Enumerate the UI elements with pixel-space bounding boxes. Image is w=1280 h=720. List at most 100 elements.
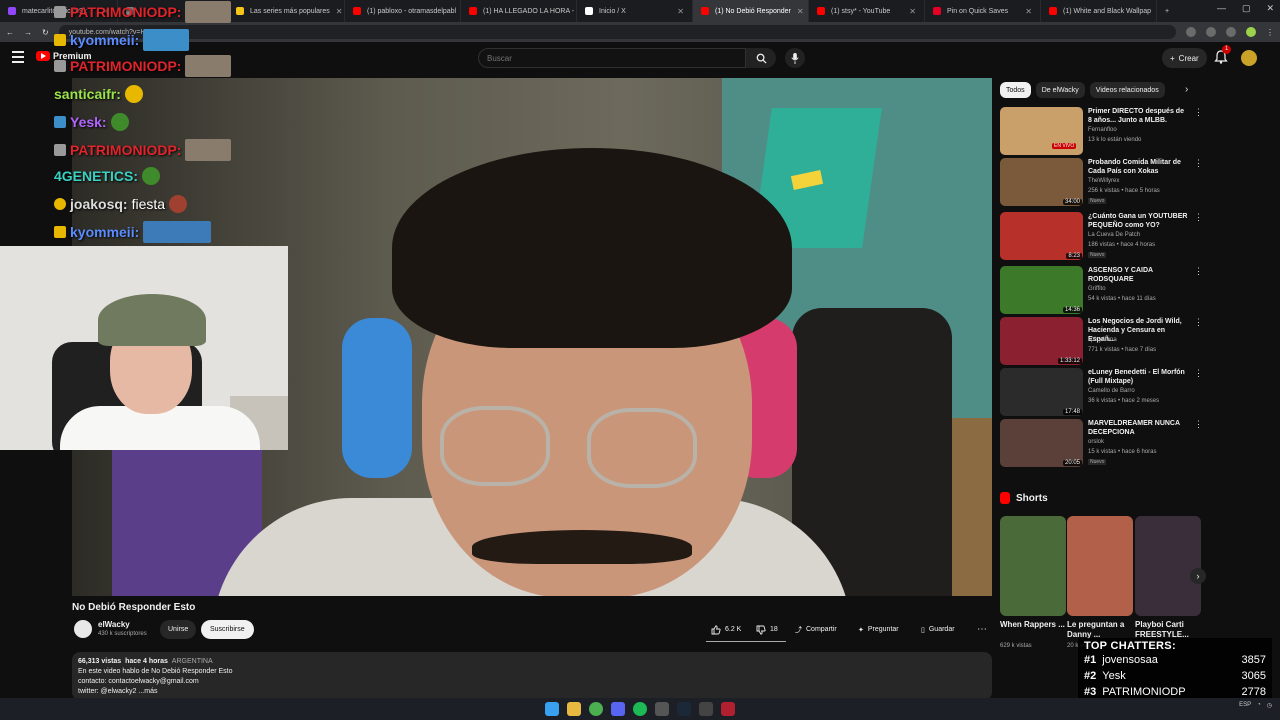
- short-title[interactable]: Playboi Carti FREESTYLE...: [1135, 620, 1201, 640]
- chat-message: PATRIMONIODP:: [54, 138, 232, 162]
- more-options-icon[interactable]: ⋮: [1194, 212, 1203, 223]
- dislike-button[interactable]: 18: [756, 620, 778, 639]
- recommended-channel: spicy4tuna: [1088, 337, 1117, 343]
- recommended-video[interactable]: 8:23 ¿Cuánto Gana un YOUTUBER PEQUEÑO co…: [1000, 212, 1203, 262]
- forward-icon[interactable]: →: [24, 28, 32, 37]
- obs-icon[interactable]: [655, 702, 669, 716]
- browser-tab[interactable]: Pin on Quick Saves ✕: [925, 0, 1041, 22]
- close-icon[interactable]: ✕: [797, 7, 804, 16]
- short-thumbnail[interactable]: [1067, 516, 1133, 616]
- recommended-meta: 15 k vistas • hace 6 horas: [1088, 449, 1157, 455]
- browser-tab-active[interactable]: (1) No Debió Responder ✕: [693, 0, 809, 22]
- channel-name[interactable]: elWacky: [98, 620, 130, 629]
- more-options-icon[interactable]: ⋮: [1194, 368, 1203, 379]
- recommended-channel: TheWillyrex: [1088, 178, 1120, 184]
- more-options-icon[interactable]: ⋮: [1194, 317, 1203, 328]
- new-tab-button[interactable]: +: [1157, 0, 1177, 22]
- extension-icon[interactable]: [1206, 27, 1216, 37]
- browser-menu-icon[interactable]: ⋮: [1266, 28, 1274, 37]
- chat-emote-icon: [185, 139, 232, 161]
- channel-avatar[interactable]: [74, 620, 92, 638]
- close-icon[interactable]: ✕: [336, 7, 343, 16]
- chatter-name: Yesk: [1102, 670, 1126, 682]
- chevron-right-icon[interactable]: ›: [1190, 568, 1206, 584]
- recommended-title: Probando Comida Militar de Cada País con…: [1088, 159, 1181, 175]
- chat-emote-icon: [110, 113, 129, 131]
- share-button[interactable]: ⤴ Compartir: [795, 620, 837, 639]
- subscribe-button[interactable]: Suscribirse: [201, 620, 254, 639]
- more-options-icon[interactable]: ⋮: [1194, 158, 1203, 169]
- more-options-icon[interactable]: ⋮: [1194, 419, 1203, 430]
- short-title[interactable]: When Rappers ...: [1000, 620, 1066, 630]
- short-thumbnail[interactable]: [1000, 516, 1066, 616]
- app-icon[interactable]: [699, 702, 713, 716]
- file-explorer-icon[interactable]: [567, 702, 581, 716]
- recommended-video[interactable]: 1:33:12 Los Negocios de Jordi Wild, Haci…: [1000, 317, 1203, 367]
- create-button[interactable]: + Crear: [1162, 48, 1207, 68]
- minimize-icon[interactable]: —: [1217, 3, 1226, 14]
- profile-icon[interactable]: [1246, 27, 1256, 37]
- recommended-meta: 13 k lo están viendo: [1088, 137, 1142, 143]
- join-button[interactable]: Unirse: [160, 620, 197, 639]
- more-options-icon[interactable]: ⋮: [1194, 266, 1203, 277]
- video-frame-glasses-left: [440, 406, 550, 486]
- back-icon[interactable]: ←: [6, 28, 14, 37]
- save-button[interactable]: ▯ Guardar: [921, 620, 955, 639]
- chat-emote-icon: [185, 1, 232, 23]
- app-icon[interactable]: [721, 702, 735, 716]
- recommended-video[interactable]: 17:48 eLuney Benedetti - El Morfón (Full…: [1000, 368, 1203, 418]
- video-description[interactable]: 66,313 vistas hace 4 horas ARGENTINA En …: [72, 652, 992, 700]
- clock-icon[interactable]: ◷: [1267, 702, 1272, 709]
- wifi-icon[interactable]: ◔: [1257, 702, 1261, 709]
- close-icon[interactable]: ✕: [1025, 7, 1032, 16]
- video-frame-hair: [392, 148, 792, 348]
- shorts-label: Shorts: [1016, 492, 1048, 504]
- search-input[interactable]: [478, 48, 746, 68]
- browser-tab[interactable]: (1) White and Black Wallpap✕: [1041, 0, 1157, 22]
- extension-icon[interactable]: [1186, 27, 1196, 37]
- browser-tab[interactable]: (1) pabloxo - otramasdelpabl✕: [345, 0, 461, 22]
- chevron-right-icon[interactable]: ›: [1185, 84, 1188, 95]
- duration-badge: 20:05: [1062, 460, 1082, 466]
- recommended-title: MARVELDREAMER NUNCA DECEPCIONA: [1088, 420, 1180, 436]
- chat-message: 4GENETICS:: [54, 164, 161, 188]
- chrome-icon[interactable]: [589, 702, 603, 716]
- url-field[interactable]: youtube.com/watch?v=HI: [58, 25, 1176, 39]
- like-button[interactable]: 6.2 K: [711, 620, 741, 639]
- browser-tab[interactable]: (1) stsy* - YouTube ✕: [809, 0, 925, 22]
- more-options-icon[interactable]: ⋮: [1194, 107, 1203, 118]
- maximize-icon[interactable]: ▢: [1242, 3, 1251, 14]
- recommended-video[interactable]: EN VIVO Primer DIRECTO después de 8 años…: [1000, 107, 1203, 157]
- plus-icon: +: [1170, 53, 1175, 63]
- browser-tab[interactable]: Las series más populares ✕: [228, 0, 345, 22]
- upload-age: hace 4 horas: [125, 658, 168, 665]
- windows-taskbar: [0, 698, 1280, 720]
- discord-icon[interactable]: [611, 702, 625, 716]
- language-icon[interactable]: ESP: [1239, 702, 1251, 709]
- short-title[interactable]: Le preguntan a Danny ...: [1067, 620, 1133, 640]
- close-icon[interactable]: ✕: [909, 7, 916, 16]
- recommended-video[interactable]: 34:00 Probando Comida Militar de Cada Pa…: [1000, 158, 1203, 208]
- close-window-icon[interactable]: ✕: [1266, 3, 1274, 14]
- chip-all[interactable]: Todos: [1000, 82, 1031, 98]
- close-icon[interactable]: ✕: [677, 7, 684, 16]
- chip-from-channel[interactable]: De elWacky: [1035, 82, 1085, 98]
- more-actions-button[interactable]: ⋯: [977, 620, 987, 639]
- chip-related[interactable]: Videos relacionados: [1089, 82, 1165, 98]
- extension-icon[interactable]: [1226, 27, 1236, 37]
- search-button[interactable]: [746, 48, 776, 68]
- hamburger-menu-icon[interactable]: [12, 51, 24, 63]
- spotify-icon[interactable]: [633, 702, 647, 716]
- start-menu-icon[interactable]: [545, 702, 559, 716]
- browser-tab[interactable]: (1) HA LLEGADO LA HORA -✕: [461, 0, 577, 22]
- shorts-icon: [1000, 492, 1010, 504]
- avatar[interactable]: [1241, 50, 1257, 66]
- short-thumbnail[interactable]: [1135, 516, 1201, 616]
- ask-button[interactable]: ✦ Preguntar: [858, 620, 899, 639]
- browser-tab[interactable]: Inicio / X ✕: [577, 0, 693, 22]
- recommended-video[interactable]: 20:05 MARVELDREAMER NUNCA DECEPCIONA ors…: [1000, 419, 1203, 469]
- recommended-video[interactable]: 14:36 ASCENSO Y CAIDA RODSQUARE Griffito…: [1000, 266, 1203, 316]
- voice-search-button[interactable]: [785, 48, 805, 68]
- reload-icon[interactable]: ↻: [42, 28, 49, 37]
- steam-icon[interactable]: [677, 702, 691, 716]
